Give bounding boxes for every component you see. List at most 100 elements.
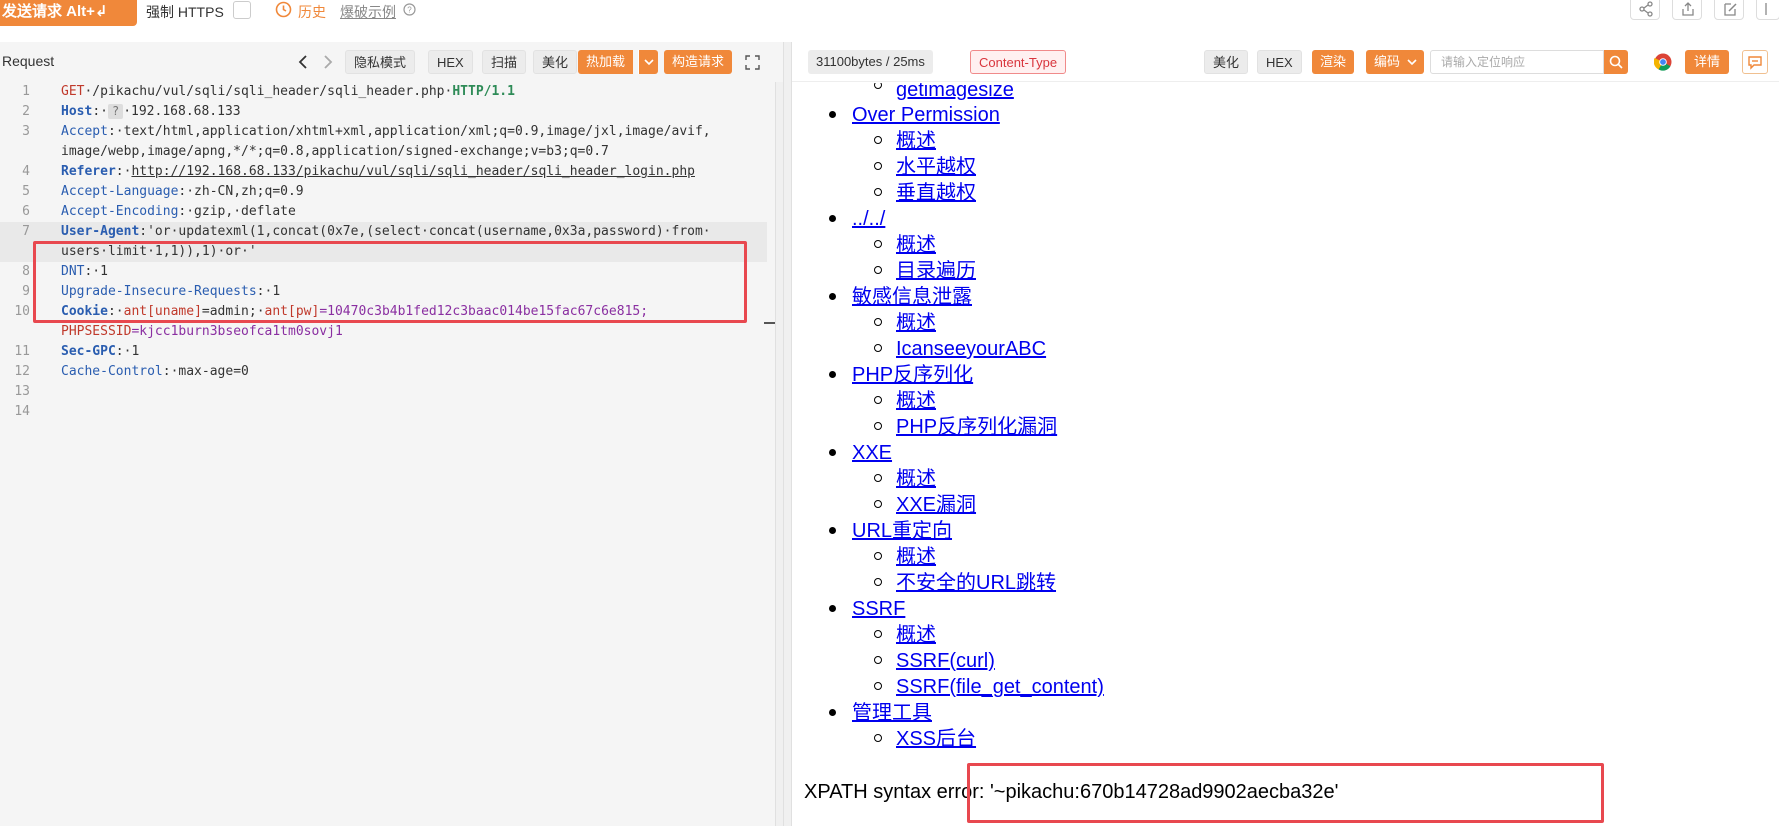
edit-button[interactable] (1714, 0, 1744, 20)
help-badge[interactable]: ? (107, 104, 124, 119)
list-item: 敏感信息泄露 (852, 284, 972, 310)
svg-text:?: ? (407, 6, 412, 15)
build-request-button[interactable]: 构造请求 (664, 50, 733, 74)
circle-bullet (874, 552, 882, 560)
nav-link[interactable]: 水平越权 (896, 156, 976, 178)
nav-link[interactable]: XXE (852, 442, 892, 464)
list-item: 概述 (896, 310, 936, 336)
nav-link[interactable]: 不安全的URL跳转 (896, 572, 1056, 594)
nav-link[interactable]: getimagesize (896, 83, 1014, 101)
privacy-mode-button[interactable]: 隐私模式 (345, 50, 416, 74)
sqli-payload: users·limit·1,1)),1)·or·' (61, 244, 257, 259)
cookie-value: =kjcc1burn3bseofca1tm0sovj1 (131, 324, 343, 339)
editor-scrollbar[interactable] (775, 82, 783, 826)
nav-link[interactable]: SSRF(curl) (896, 650, 995, 672)
nav-link[interactable]: XXE漏洞 (896, 494, 976, 516)
locate-search-button[interactable] (1604, 50, 1628, 74)
feedback-button[interactable] (1742, 50, 1768, 74)
list-item: SSRF(curl) (896, 648, 995, 674)
hot-load-button[interactable]: 热加载 (578, 50, 634, 74)
beautify-button[interactable]: 美化 (1204, 50, 1249, 74)
hex-button[interactable]: HEX (428, 50, 473, 74)
nav-link[interactable]: 概述 (896, 624, 936, 646)
header-separator: :· (107, 304, 124, 319)
circle-bullet (874, 396, 882, 404)
expand-icon[interactable] (745, 55, 760, 70)
details-button[interactable]: 详情 (1685, 50, 1730, 74)
export-button[interactable] (1672, 0, 1702, 20)
send-request-button[interactable]: 发送请求 Alt+↲ (0, 0, 137, 26)
clock-icon[interactable] (275, 1, 292, 18)
http-protocol: HTTP/1.1 (452, 84, 515, 99)
header-value: :·text/html,application/xhtml+xml,applic… (107, 124, 711, 139)
chat-icon (1748, 56, 1762, 70)
nav-link[interactable]: URL重定向 (852, 520, 952, 542)
line-number: 8 (22, 264, 30, 279)
nav-link[interactable]: 概述 (896, 546, 936, 568)
content-type-badge[interactable]: Content-Type (970, 50, 1067, 74)
brute-force-examples-link[interactable]: 爆破示例 (340, 2, 396, 22)
list-item: SSRF(file_get_content) (896, 674, 1104, 700)
history-link[interactable]: 历史 (298, 2, 326, 22)
chrome-icon[interactable] (1654, 53, 1672, 71)
beautify-button[interactable]: 美化 (533, 50, 578, 74)
nav-link[interactable]: PHP反序列化漏洞 (896, 416, 1057, 438)
more-button[interactable] (1756, 0, 1779, 20)
code-line: 8 DNT:·1 (0, 262, 767, 282)
nav-link[interactable]: 管理工具 (852, 702, 932, 724)
share-button[interactable] (1630, 0, 1660, 20)
scan-button[interactable]: 扫描 (482, 50, 527, 74)
nav-link[interactable]: 目录遍历 (896, 260, 976, 282)
cookie-name: ant[uname] (123, 304, 202, 319)
nav-link[interactable]: IcanseeyourABC (896, 338, 1046, 360)
list-item: Over Permission (852, 102, 1000, 128)
locate-response-input[interactable]: 请输入定位响应 (1430, 50, 1604, 74)
code-line: 6 Accept-Encoding:·gzip,·deflate (0, 202, 767, 222)
response-header: 31100bytes / 25ms Content-Type 美化 HEX 渲染… (792, 42, 1779, 82)
code-line: 10 Cookie:·ant[uname]=admin;·ant[pw]=104… (0, 302, 767, 322)
circle-bullet (874, 318, 882, 326)
list-item: 垂直越权 (896, 180, 976, 206)
panel-divider[interactable] (783, 42, 792, 826)
disc-bullet (829, 111, 836, 118)
encoding-dropdown[interactable]: 编码 (1366, 50, 1425, 74)
line-number: 12 (14, 364, 30, 379)
nav-link[interactable]: 敏感信息泄露 (852, 286, 972, 308)
line-number: 2 (22, 104, 30, 119)
request-editor[interactable]: 1 GET·/pikachu/vul/sqli/sqli_header/sqli… (0, 82, 782, 826)
disc-bullet (829, 527, 836, 534)
header-value: :·zh-CN,zh;q=0.9 (178, 184, 304, 199)
chevron-left-icon[interactable] (296, 54, 310, 70)
nav-link[interactable]: Over Permission (852, 104, 1000, 126)
help-icon[interactable]: ? (403, 3, 416, 16)
circle-bullet (874, 344, 882, 352)
header-value: :·1 (84, 264, 108, 279)
code-line: 4 Referer:·http://192.168.68.133/pikachu… (0, 162, 767, 182)
code-line: 3 Accept:·text/html,application/xhtml+xm… (0, 122, 767, 142)
hex-button[interactable]: HEX (1257, 50, 1302, 74)
nav-link[interactable]: PHP反序列化 (852, 364, 973, 386)
hot-load-dropdown[interactable] (638, 50, 658, 74)
nav-link[interactable]: XSS后台 (896, 728, 976, 750)
nav-link[interactable]: 概述 (896, 312, 936, 334)
encoding-label: 编码 (1374, 54, 1401, 69)
nav-link[interactable]: SSRF (852, 598, 905, 620)
circle-bullet (874, 474, 882, 482)
render-button[interactable]: 渲染 (1312, 50, 1355, 74)
nav-link[interactable]: 概述 (896, 390, 936, 412)
header-separator: :· (115, 164, 132, 179)
nav-link[interactable]: 概述 (896, 468, 936, 490)
list-item: XSS后台 (896, 726, 976, 752)
nav-link[interactable]: 概述 (896, 234, 936, 256)
header-value: :·max-age=0 (162, 364, 249, 379)
nav-link[interactable]: ../../ (852, 208, 885, 230)
code-line: 14 (0, 402, 767, 422)
nav-link[interactable]: 垂直越权 (896, 182, 976, 204)
nav-link[interactable]: SSRF(file_get_content) (896, 676, 1104, 698)
chevron-right-icon[interactable] (321, 54, 335, 70)
force-https-checkbox[interactable] (233, 1, 251, 19)
nav-link[interactable]: 概述 (896, 130, 936, 152)
code-line: users·limit·1,1)),1)·or·' (0, 242, 767, 262)
referer-url[interactable]: http://192.168.68.133/pikachu/vul/sqli/s… (131, 164, 695, 179)
list-item: 概述 (896, 466, 936, 492)
